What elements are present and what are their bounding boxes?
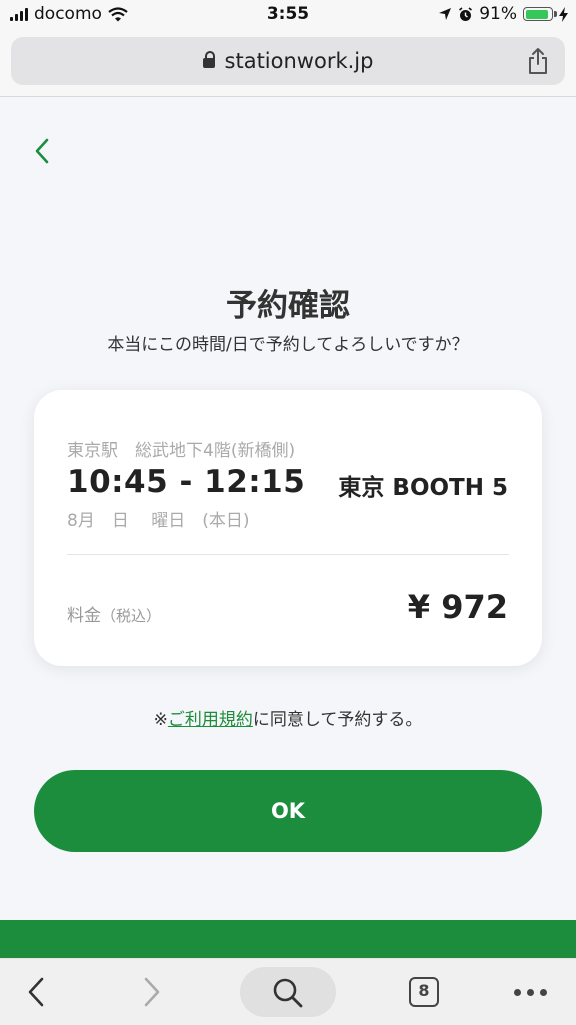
chevron-right-icon (144, 977, 160, 1007)
time-range: 10:45 - 12:15 (67, 464, 306, 500)
address-bar[interactable]: stationwork.jp (11, 37, 565, 85)
share-icon[interactable] (527, 47, 549, 75)
more-button[interactable] (508, 959, 552, 1025)
browser-back-button[interactable] (16, 959, 56, 1025)
card-divider (67, 554, 509, 555)
fee-label: 料金（税込） (67, 601, 161, 626)
agree-prefix: ※ (153, 710, 168, 730)
chevron-left-icon (28, 977, 44, 1007)
terms-agreement: ※ご利用規約に同意して予約する。 (0, 705, 576, 730)
page-title: 予約確認 (226, 288, 350, 324)
url-text: stationwork.jp (224, 49, 374, 73)
lock-icon (202, 51, 215, 68)
tabs-button[interactable]: 8 (404, 959, 444, 1025)
fee-label-text: 料金 (67, 606, 101, 626)
url-display[interactable]: stationwork.jp (11, 49, 565, 73)
fee-tax-note: （税込） (101, 607, 162, 625)
footer-band (0, 920, 576, 958)
page-subtitle: 本当にこの時間/日で予約してよろしいですか？ (107, 335, 469, 355)
browser-toolbar: 8 (0, 958, 576, 1025)
booth-name: 東京 BOOTH 5 (338, 475, 508, 501)
ok-button[interactable]: OK (34, 770, 542, 852)
alarm-icon (459, 6, 473, 21)
fee-value: ¥ 972 (407, 588, 508, 626)
battery-percent: 91% (479, 4, 517, 24)
tabs-icon: 8 (409, 977, 439, 1007)
more-dots-icon (513, 988, 547, 996)
browser-search-button[interactable] (240, 967, 336, 1017)
battery-icon (523, 7, 557, 21)
location-arrow-icon (439, 8, 452, 20)
booking-card: 東京駅 総武地下4階(新橋側) 10:45 - 12:15 東京 BOOTH 5… (34, 390, 542, 666)
charging-icon (559, 6, 568, 22)
agree-suffix: に同意して予約する。 (252, 710, 423, 730)
location-text: 東京駅 総武地下4階(新橋側) (67, 441, 296, 461)
terms-link[interactable]: ご利用規約 (168, 710, 253, 730)
date-text: 8月 日 曜日 (本日) (67, 511, 250, 531)
browser-header: stationwork.jp (0, 30, 576, 97)
status-bar: docomo 3:55 91% (0, 0, 576, 30)
back-chevron-icon[interactable] (28, 136, 58, 166)
search-icon (273, 978, 303, 1008)
status-right: 91% (438, 4, 568, 24)
battery-fill (525, 9, 549, 19)
browser-forward-button[interactable] (132, 959, 172, 1025)
